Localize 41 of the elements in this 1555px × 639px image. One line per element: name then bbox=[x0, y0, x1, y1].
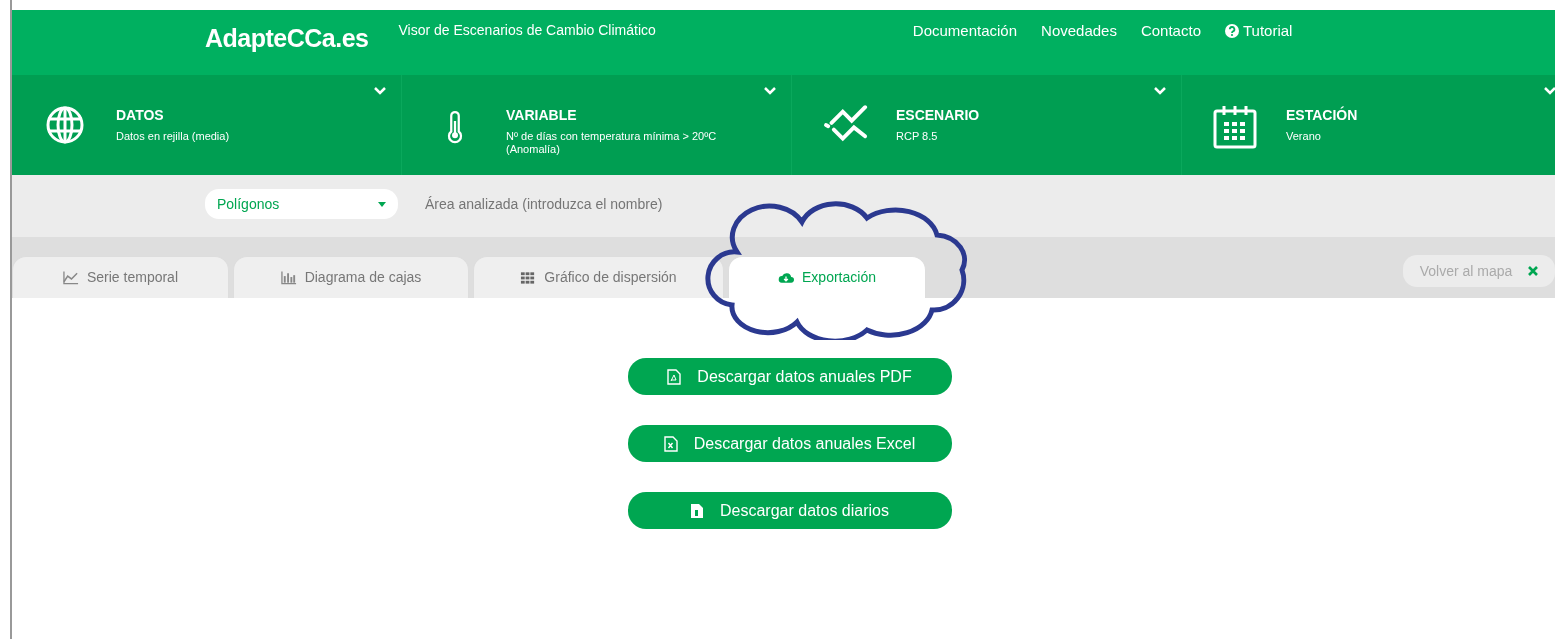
grid-icon bbox=[520, 270, 537, 285]
area-type-dropdown[interactable]: Polígonos bbox=[205, 189, 398, 219]
chevron-down-icon[interactable] bbox=[1154, 87, 1166, 95]
bar-chart-icon bbox=[280, 270, 297, 285]
selector-value: Nº de días con temperatura mínima > 20ºC (Anomalía) bbox=[506, 130, 718, 156]
nav-link[interactable]: Contacto bbox=[1140, 20, 1201, 43]
selector-title: ESTACIÓN bbox=[1286, 105, 1358, 125]
logo[interactable]: AdapteCCa.es bbox=[205, 20, 369, 58]
cloud-download-icon bbox=[778, 270, 795, 285]
globe-icon bbox=[45, 105, 85, 145]
caret-down-icon bbox=[378, 201, 386, 207]
tab[interactable]: Exportación bbox=[728, 256, 926, 298]
nav-link[interactable]: Novedades bbox=[1041, 20, 1117, 43]
pdf-file-icon bbox=[667, 368, 682, 385]
back-to-map-button[interactable]: Volver al mapa bbox=[1403, 255, 1555, 287]
selector-value: Datos en rejilla (media) bbox=[116, 130, 230, 143]
trend-icon bbox=[822, 105, 868, 143]
tab[interactable]: Gráfico de dispersión bbox=[473, 256, 724, 298]
close-icon bbox=[1528, 266, 1539, 276]
site-subtitle: Visor de Escenarios de Cambio Climático bbox=[398, 21, 656, 40]
selector-title: ESCENARIO bbox=[896, 106, 980, 125]
nav-link[interactable]: Tutorial bbox=[1225, 20, 1293, 43]
chevron-down-icon[interactable] bbox=[374, 87, 386, 95]
download-button[interactable]: Descargar datos anuales PDF bbox=[627, 358, 952, 395]
chevron-down-icon[interactable] bbox=[1544, 87, 1555, 95]
excel-file-icon bbox=[663, 435, 678, 452]
file-icon bbox=[690, 502, 704, 519]
chevron-down-icon[interactable] bbox=[764, 87, 776, 95]
tab[interactable]: Serie temporal bbox=[12, 256, 229, 298]
help-icon bbox=[1225, 24, 1239, 39]
nav-link[interactable]: Documentación bbox=[912, 20, 1018, 43]
download-button[interactable]: Descargar datos diarios bbox=[627, 492, 952, 529]
selector-title: VARIABLE bbox=[506, 106, 578, 125]
selector-value: Verano bbox=[1286, 130, 1322, 143]
calendar-icon bbox=[1212, 105, 1258, 149]
area-name-field[interactable]: Área analizada (introduzca el nombre) bbox=[423, 189, 723, 219]
download-button[interactable]: Descargar datos anuales Excel bbox=[627, 425, 952, 462]
selector-title: DATOS bbox=[116, 106, 165, 125]
tab[interactable]: Diagrama de cajas bbox=[233, 256, 469, 298]
selector-value: RCP 8.5 bbox=[896, 130, 939, 143]
line-chart-icon bbox=[62, 270, 79, 285]
